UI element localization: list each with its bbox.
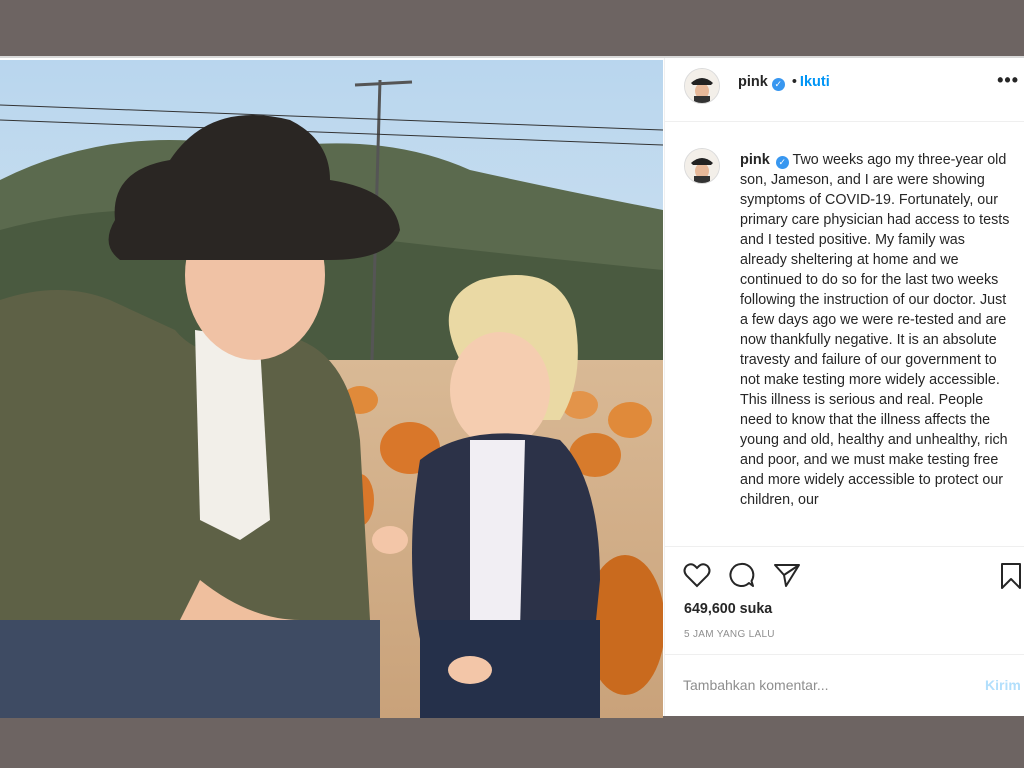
comment-icon[interactable] — [727, 562, 755, 593]
post-comment-button[interactable]: Kirim — [985, 677, 1021, 693]
post-photo-image — [0, 60, 663, 718]
comment-bar: Kirim — [665, 654, 1024, 716]
post-timestamp[interactable]: 5 JAM YANG LALU — [684, 629, 775, 640]
instagram-post: pink ✓ • Ikuti ••• pink ✓ Two weeks ago my … — [0, 56, 1024, 718]
verified-badge-icon: ✓ — [771, 78, 785, 91]
username[interactable]: pink — [738, 74, 768, 90]
caption-avatar-image — [685, 149, 719, 183]
separator-dot: • — [791, 74, 797, 90]
caption-text: Two weeks ago my three-year old son, Jam… — [740, 152, 1010, 508]
avatar[interactable] — [684, 68, 720, 104]
post-photo[interactable] — [0, 60, 663, 718]
header-info: pink ✓ • Ikuti — [738, 74, 830, 91]
caption-avatar[interactable] — [684, 148, 720, 184]
like-icon[interactable] — [683, 562, 711, 593]
share-icon[interactable] — [773, 562, 801, 593]
like-count[interactable]: 649,600 suka — [684, 601, 772, 617]
post-sidebar: pink ✓ • Ikuti ••• pink ✓ Two weeks ago my … — [664, 58, 1024, 716]
action-bar — [665, 548, 1024, 598]
post-header: pink ✓ • Ikuti ••• — [665, 58, 1024, 122]
caption-area: pink ✓ Two weeks ago my three-year old so… — [665, 122, 1024, 547]
avatar-image — [685, 69, 719, 103]
verified-badge-icon: ✓ — [775, 156, 789, 169]
follow-button[interactable]: Ikuti — [800, 74, 830, 90]
caption: pink ✓ Two weeks ago my three-year old so… — [740, 150, 1012, 510]
caption-username[interactable]: pink — [740, 152, 770, 168]
bookmark-icon[interactable] — [999, 562, 1023, 595]
more-options-icon[interactable]: ••• — [997, 70, 1019, 91]
comment-input[interactable] — [683, 675, 933, 695]
